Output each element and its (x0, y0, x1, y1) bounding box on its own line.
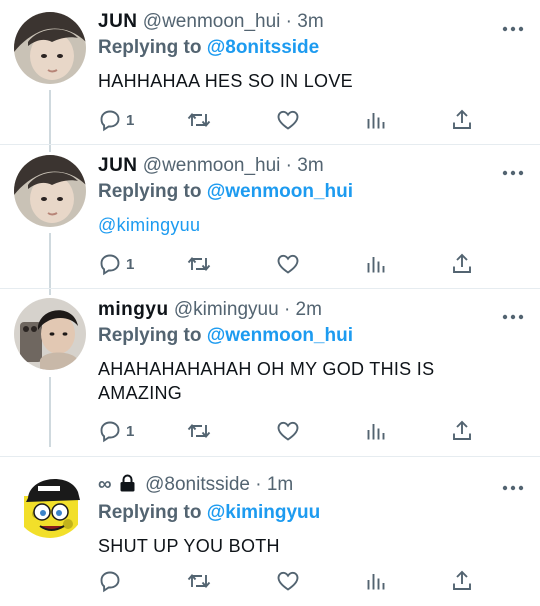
share-icon (450, 252, 474, 276)
more-icon[interactable] (502, 20, 524, 32)
more-icon[interactable] (502, 479, 524, 491)
timestamp[interactable]: · 3m (280, 11, 324, 32)
lock-icon (119, 474, 136, 499)
reply-icon (98, 569, 122, 593)
like-icon (276, 419, 300, 443)
user-handle[interactable]: @wenmoon_hui (143, 11, 281, 32)
replying-to: Replying to @wenmoon_hui (98, 180, 524, 204)
timestamp[interactable]: · 1m (250, 474, 293, 495)
replying-to-label: Replying to (98, 37, 207, 58)
reply-icon (98, 252, 122, 276)
retweet-icon (186, 569, 212, 593)
reply-button[interactable]: 1 (98, 106, 134, 134)
user-handle[interactable]: @8onitsside (145, 474, 250, 495)
share-icon (450, 569, 474, 593)
tweet[interactable]: ∞ @8onitsside · 1m Replying to @kimingyu… (0, 457, 540, 606)
analytics-icon (364, 419, 388, 443)
tweet-text: SHUT UP YOU BOTH (98, 536, 280, 556)
like-icon (276, 569, 300, 593)
replying-to: Replying to @8onitsside (98, 36, 524, 60)
like-icon (276, 108, 300, 132)
retweet-button[interactable] (186, 567, 212, 595)
share-icon (450, 419, 474, 443)
replying-to-handle[interactable]: @wenmoon_hui (207, 181, 353, 202)
replying-to-handle[interactable]: @kimingyuu (207, 502, 321, 523)
reply-count: 1 (126, 422, 135, 440)
display-name[interactable]: mingyu (98, 299, 169, 320)
like-icon (276, 252, 300, 276)
tweet-header: JUN @wenmoon_hui · 3m (98, 10, 524, 34)
more-icon[interactable] (502, 308, 524, 320)
tweet[interactable]: JUN @wenmoon_hui · 3m Replying to @8onit… (0, 0, 540, 144)
like-button[interactable] (276, 417, 300, 445)
tweet-header: JUN @wenmoon_hui · 3m (98, 154, 524, 178)
reply-button[interactable]: 1 (98, 417, 134, 445)
tweet-actions: 1 (98, 250, 478, 278)
reply-button[interactable] (98, 567, 126, 595)
replying-to-label: Replying to (98, 181, 207, 202)
tweet[interactable]: mingyu @kimingyuu · 2m Replying to @wenm… (0, 289, 540, 456)
replying-to: Replying to @kimingyuu (98, 501, 524, 525)
share-icon (450, 108, 474, 132)
user-handle[interactable]: @kimingyuu (174, 299, 279, 320)
replying-to-handle[interactable]: @wenmoon_hui (207, 325, 353, 346)
analytics-button[interactable] (364, 567, 388, 595)
tweet-text: AHAHAHAHAHAH OH MY GOD THIS IS AMAZING (98, 359, 435, 403)
replying-to-handle[interactable]: @8onitsside (207, 37, 320, 58)
reply-icon (98, 419, 122, 443)
analytics-icon (364, 108, 388, 132)
tweet-header: ∞ @8onitsside · 1m (98, 473, 524, 499)
display-name[interactable]: JUN (98, 11, 138, 32)
analytics-button[interactable] (364, 250, 388, 278)
more-icon[interactable] (502, 164, 524, 176)
replying-to-label: Replying to (98, 502, 207, 523)
retweet-button[interactable] (186, 106, 212, 134)
retweet-icon (186, 419, 212, 443)
analytics-icon (364, 252, 388, 276)
avatar[interactable] (14, 466, 86, 538)
replying-to-label: Replying to (98, 325, 207, 346)
reply-count: 1 (126, 111, 135, 129)
tweet[interactable]: JUN @wenmoon_hui · 3m Replying to @wenmo… (0, 145, 540, 288)
retweet-icon (186, 108, 212, 132)
avatar[interactable] (14, 12, 86, 84)
replying-to: Replying to @wenmoon_hui (98, 324, 524, 348)
avatar[interactable] (14, 298, 86, 370)
display-name[interactable]: ∞ (98, 474, 112, 495)
like-button[interactable] (276, 567, 300, 595)
retweet-button[interactable] (186, 250, 212, 278)
display-name[interactable]: JUN (98, 155, 138, 176)
share-button[interactable] (450, 106, 474, 134)
tweet-header: mingyu @kimingyuu · 2m (98, 298, 524, 322)
timestamp[interactable]: · 3m (280, 155, 324, 176)
share-button[interactable] (450, 250, 474, 278)
like-button[interactable] (276, 250, 300, 278)
tweet-actions (98, 567, 478, 595)
share-button[interactable] (450, 417, 474, 445)
analytics-icon (364, 569, 388, 593)
analytics-button[interactable] (364, 417, 388, 445)
retweet-icon (186, 252, 212, 276)
tweet-actions: 1 (98, 417, 478, 445)
tweet-actions: 1 (98, 106, 478, 134)
analytics-button[interactable] (364, 106, 388, 134)
timestamp[interactable]: · 2m (279, 299, 322, 320)
avatar[interactable] (14, 155, 86, 227)
tweet-text: HAHHAHAA HES SO IN LOVE (98, 71, 353, 91)
user-handle[interactable]: @wenmoon_hui (143, 155, 281, 176)
share-button[interactable] (450, 567, 474, 595)
reply-count: 1 (126, 255, 135, 273)
like-button[interactable] (276, 106, 300, 134)
tweet-text[interactable]: @kimingyuu (98, 213, 524, 237)
retweet-button[interactable] (186, 417, 212, 445)
reply-button[interactable]: 1 (98, 250, 134, 278)
reply-icon (98, 108, 122, 132)
